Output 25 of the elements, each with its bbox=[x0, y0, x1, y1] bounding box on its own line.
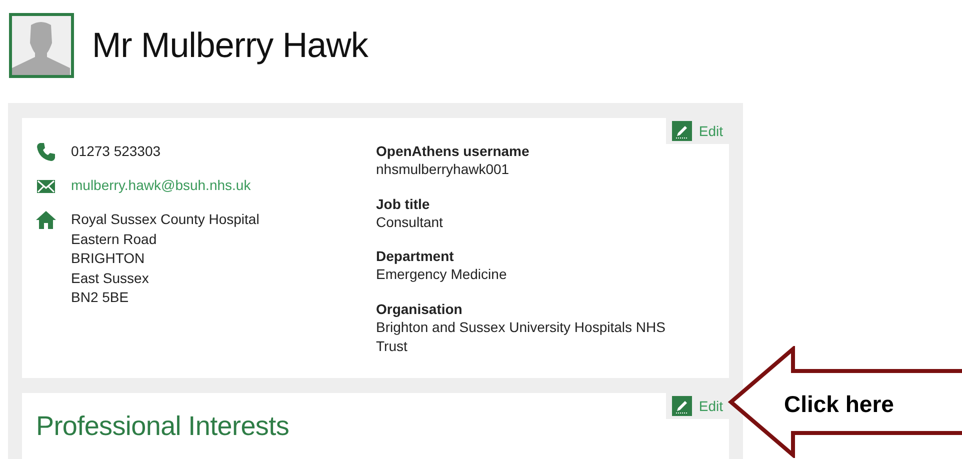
address-line: BRIGHTON bbox=[71, 249, 146, 268]
phone-icon bbox=[36, 142, 56, 162]
edit-button[interactable]: Edit bbox=[666, 393, 729, 420]
field-value: Consultant bbox=[376, 212, 444, 232]
email-link[interactable]: mulberry.hawk@bsuh.nhs.uk bbox=[71, 176, 251, 196]
address-line: Royal Sussex County Hospital bbox=[71, 210, 260, 229]
field-value: nhsmulberryhawk001 bbox=[376, 160, 510, 179]
edit-button[interactable]: Edit bbox=[666, 118, 729, 144]
field-label: Department bbox=[376, 247, 455, 265]
field-label: OpenAthens username bbox=[376, 142, 530, 160]
section-title: Professional Interests bbox=[36, 411, 290, 442]
field-label: Job title bbox=[376, 194, 431, 212]
profile-name: Mr Mulberry Hawk bbox=[92, 26, 368, 66]
callout-text: Click here bbox=[784, 391, 894, 418]
pencil-icon bbox=[672, 121, 692, 141]
field-label: Organisation bbox=[376, 300, 464, 318]
phone-number: 01273 523303 bbox=[71, 142, 161, 161]
avatar-placeholder bbox=[9, 13, 74, 78]
address-line: BN2 5BE bbox=[71, 288, 130, 307]
field-value: Brighton and Sussex University Hospitals NHS Trust bbox=[376, 318, 666, 356]
address-line: Eastern Road bbox=[71, 230, 158, 248]
field-value: Emergency Medicine bbox=[376, 265, 508, 284]
pencil-icon bbox=[672, 396, 692, 416]
home-icon bbox=[36, 210, 56, 230]
address-line: East Sussex bbox=[71, 268, 150, 288]
